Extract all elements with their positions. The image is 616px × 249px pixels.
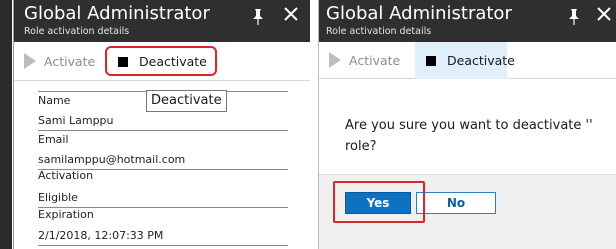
deactivate-confirmation-blade: Global Administrator Role activation det…	[318, 0, 616, 249]
blade-toolbar: Activate Deactivate	[14, 42, 310, 81]
close-icon[interactable]	[596, 6, 612, 25]
play-icon	[329, 52, 341, 68]
highlight-box-deactivate	[105, 46, 217, 76]
blade-title: Global Administrator	[326, 3, 512, 24]
activate-label: Activate	[44, 53, 96, 69]
field-value-name: Sami Lamppu	[38, 114, 114, 127]
portal-edge	[0, 0, 12, 249]
dialog-footer: Yes No	[319, 174, 616, 249]
field-value-email: samilamppu@hotmail.com	[38, 153, 186, 166]
pin-icon[interactable]	[250, 8, 266, 29]
role-details-blade: Global Administrator Role activation det…	[14, 0, 310, 249]
field-label-activation: Activation	[38, 169, 94, 182]
activate-button[interactable]: Activate	[329, 52, 400, 68]
field-value-activation: Eligible	[38, 191, 78, 204]
field-label-expiration: Expiration	[38, 208, 94, 221]
activate-label: Activate	[349, 52, 401, 68]
divider	[38, 130, 288, 131]
confirmation-message: Are you sure you want to deactivate '' r…	[345, 118, 593, 154]
no-button[interactable]: No	[416, 192, 496, 214]
pin-icon[interactable]	[566, 8, 582, 29]
blade-header: Global Administrator Role activation det…	[14, 0, 310, 42]
field-value-expiration: 2/1/2018, 12:07:33 PM	[38, 229, 164, 242]
blade-header: Global Administrator Role activation det…	[319, 0, 616, 42]
close-icon[interactable]	[283, 6, 299, 25]
blade-subtitle: Role activation details	[326, 26, 432, 37]
deactivate-button[interactable]: Deactivate	[426, 53, 515, 68]
blade-subtitle: Role activation details	[24, 26, 130, 37]
deactivate-label: Deactivate	[447, 53, 515, 68]
deactivate-tooltip: Deactivate	[146, 90, 227, 112]
play-icon	[24, 53, 36, 69]
blade-toolbar: Activate Deactivate	[319, 42, 616, 79]
divider	[38, 245, 288, 246]
highlight-box-yes	[333, 181, 425, 223]
activate-button[interactable]: Activate	[24, 53, 95, 69]
stop-icon	[426, 55, 436, 66]
blade-title: Global Administrator	[24, 3, 210, 24]
field-label-email: Email	[38, 133, 69, 146]
